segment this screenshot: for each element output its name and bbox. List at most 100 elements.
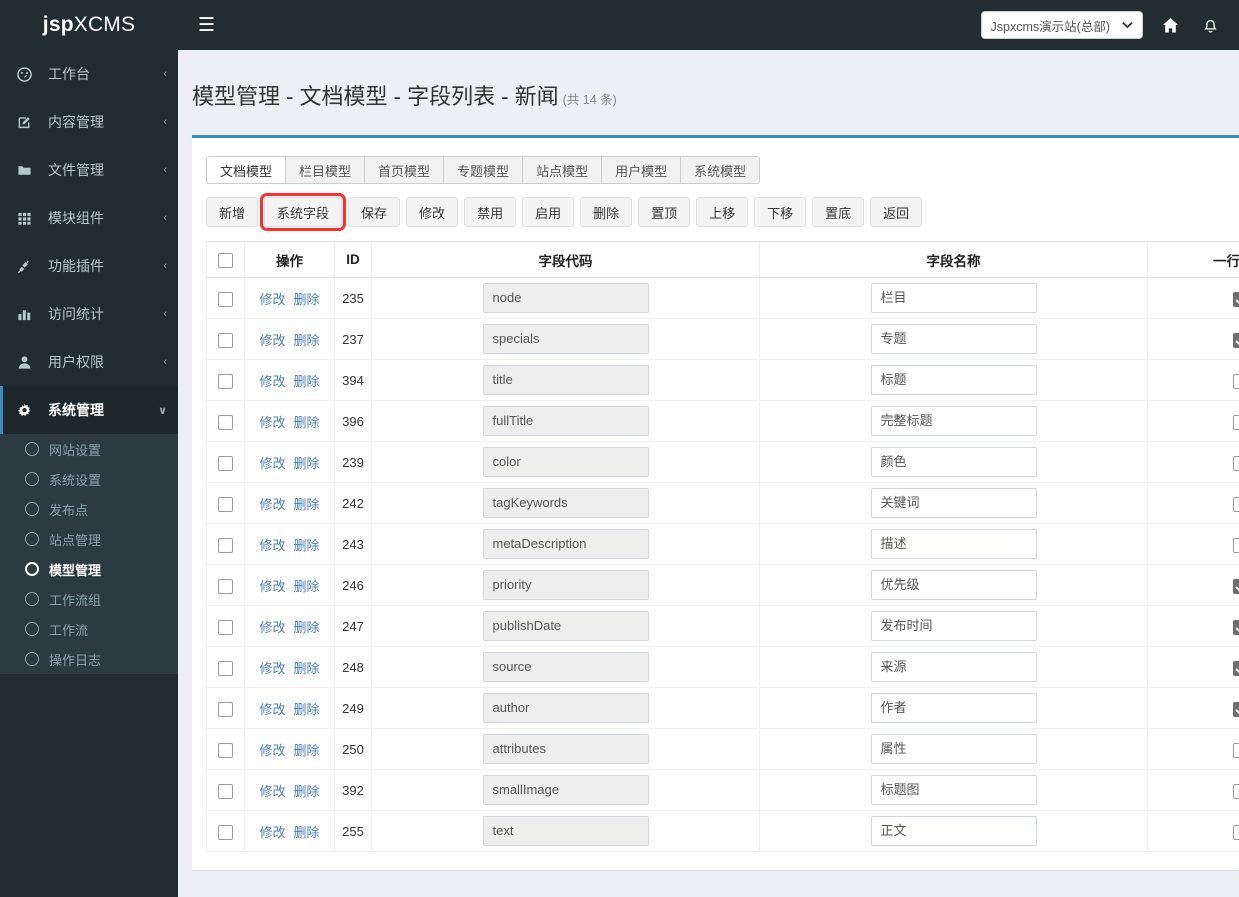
tab-user-model[interactable]: 用户模型: [602, 156, 682, 185]
row-edit-link[interactable]: 修改: [259, 538, 285, 553]
row-select-checkbox[interactable]: [218, 496, 233, 512]
sidebar-subitem-publish-point[interactable]: 发布点: [0, 494, 178, 524]
save-button[interactable]: 保存: [348, 197, 401, 228]
brand-logo[interactable]: jsp XCMS: [0, 0, 178, 50]
sidebar-subitem-model-management[interactable]: 模型管理: [0, 554, 178, 584]
two-column-checkbox[interactable]: [1232, 824, 1239, 840]
row-delete-link[interactable]: 删除: [294, 374, 320, 389]
row-select-checkbox[interactable]: [218, 783, 233, 799]
sidebar-subitem-workflow[interactable]: 工作流: [0, 614, 178, 644]
row-delete-link[interactable]: 删除: [294, 784, 320, 799]
disable-button[interactable]: 禁用: [464, 197, 517, 228]
row-select-checkbox[interactable]: [218, 332, 233, 348]
home-icon[interactable]: [1157, 17, 1183, 34]
two-column-checkbox[interactable]: [1232, 537, 1239, 553]
field-name-input[interactable]: 发布时间: [870, 611, 1037, 642]
row-edit-link[interactable]: 修改: [259, 825, 285, 840]
field-code-input[interactable]: node: [482, 283, 649, 314]
row-delete-link[interactable]: 删除: [294, 497, 320, 512]
row-select-checkbox[interactable]: [218, 660, 233, 676]
row-delete-link[interactable]: 删除: [294, 538, 320, 553]
bell-icon[interactable]: [1197, 17, 1223, 34]
field-code-input[interactable]: fullTitle: [482, 406, 649, 437]
row-edit-link[interactable]: 修改: [259, 497, 285, 512]
row-edit-link[interactable]: 修改: [259, 579, 285, 594]
tab-channel-model[interactable]: 栏目模型: [286, 156, 366, 185]
two-column-checkbox[interactable]: [1232, 783, 1239, 799]
field-code-input[interactable]: attributes: [482, 734, 649, 765]
tab-system-model[interactable]: 系统模型: [681, 156, 761, 185]
row-select-checkbox[interactable]: [218, 742, 233, 758]
sidebar-subitem-system-settings[interactable]: 系统设置: [0, 464, 178, 494]
add-button[interactable]: 新增: [206, 197, 259, 228]
row-delete-link[interactable]: 删除: [294, 661, 320, 676]
tab-home-model[interactable]: 首页模型: [365, 156, 445, 185]
edit-button[interactable]: 修改: [406, 197, 459, 228]
two-column-checkbox[interactable]: [1232, 291, 1239, 307]
sidebar-item-plugins[interactable]: 功能插件 ‹: [0, 242, 178, 290]
field-name-input[interactable]: 完整标题: [870, 406, 1037, 437]
hamburger-menu-icon[interactable]: ☰: [192, 12, 221, 39]
tab-document-model[interactable]: 文档模型: [206, 156, 287, 185]
move-down-button[interactable]: 下移: [754, 197, 807, 228]
row-delete-link[interactable]: 删除: [294, 620, 320, 635]
sidebar-item-users[interactable]: 用户权限 ‹: [0, 338, 178, 386]
row-delete-link[interactable]: 删除: [294, 825, 320, 840]
row-select-checkbox[interactable]: [218, 537, 233, 553]
two-column-checkbox[interactable]: [1232, 619, 1239, 635]
field-name-input[interactable]: 关键词: [870, 488, 1037, 519]
field-code-input[interactable]: metaDescription: [482, 529, 649, 560]
row-edit-link[interactable]: 修改: [259, 620, 285, 635]
sidebar-subitem-site-settings[interactable]: 网站设置: [0, 434, 178, 464]
two-column-checkbox[interactable]: [1232, 332, 1239, 348]
row-delete-link[interactable]: 删除: [294, 415, 320, 430]
row-edit-link[interactable]: 修改: [259, 702, 285, 717]
row-edit-link[interactable]: 修改: [259, 661, 285, 676]
row-select-checkbox[interactable]: [218, 291, 233, 307]
row-select-checkbox[interactable]: [218, 414, 233, 430]
row-select-checkbox[interactable]: [218, 455, 233, 471]
field-code-input[interactable]: color: [482, 447, 649, 478]
sidebar-item-content[interactable]: 内容管理 ‹: [0, 98, 178, 146]
field-name-input[interactable]: 正文: [870, 816, 1037, 847]
row-delete-link[interactable]: 删除: [294, 702, 320, 717]
two-column-checkbox[interactable]: [1232, 578, 1239, 594]
field-name-input[interactable]: 专题: [870, 324, 1037, 355]
row-select-checkbox[interactable]: [218, 578, 233, 594]
row-edit-link[interactable]: 修改: [259, 333, 285, 348]
row-delete-link[interactable]: 删除: [294, 333, 320, 348]
sidebar-subitem-operation-log[interactable]: 操作日志: [0, 644, 178, 674]
field-name-input[interactable]: 标题图: [870, 775, 1037, 806]
tab-special-model[interactable]: 专题模型: [444, 156, 524, 185]
field-code-input[interactable]: text: [482, 816, 649, 847]
system-field-button[interactable]: 系统字段: [260, 193, 347, 232]
field-name-input[interactable]: 描述: [870, 529, 1037, 560]
two-column-checkbox[interactable]: [1232, 496, 1239, 512]
field-name-input[interactable]: 颜色: [870, 447, 1037, 478]
field-code-input[interactable]: title: [482, 365, 649, 396]
field-code-input[interactable]: tagKeywords: [482, 488, 649, 519]
row-select-checkbox[interactable]: [218, 373, 233, 389]
field-name-input[interactable]: 属性: [870, 734, 1037, 765]
sidebar-item-files[interactable]: 文件管理 ‹: [0, 146, 178, 194]
row-delete-link[interactable]: 删除: [294, 292, 320, 307]
field-code-input[interactable]: priority: [482, 570, 649, 601]
row-edit-link[interactable]: 修改: [259, 784, 285, 799]
sidebar-item-modules[interactable]: 模块组件 ‹: [0, 194, 178, 242]
field-code-input[interactable]: publishDate: [482, 611, 649, 642]
enable-button[interactable]: 启用: [522, 197, 575, 228]
row-select-checkbox[interactable]: [218, 619, 233, 635]
site-selector[interactable]: Jspxcms演示站(总部): [980, 11, 1143, 39]
move-up-button[interactable]: 上移: [696, 197, 749, 228]
field-name-input[interactable]: 标题: [870, 365, 1037, 396]
field-code-input[interactable]: specials: [482, 324, 649, 355]
field-name-input[interactable]: 栏目: [870, 283, 1037, 314]
row-select-checkbox[interactable]: [218, 824, 233, 840]
field-name-input[interactable]: 作者: [870, 693, 1037, 724]
row-delete-link[interactable]: 删除: [294, 456, 320, 471]
field-name-input[interactable]: 优先级: [870, 570, 1037, 601]
two-column-checkbox[interactable]: [1232, 701, 1239, 717]
move-top-button[interactable]: 置顶: [638, 197, 691, 228]
field-code-input[interactable]: source: [482, 652, 649, 683]
two-column-checkbox[interactable]: [1232, 373, 1239, 389]
